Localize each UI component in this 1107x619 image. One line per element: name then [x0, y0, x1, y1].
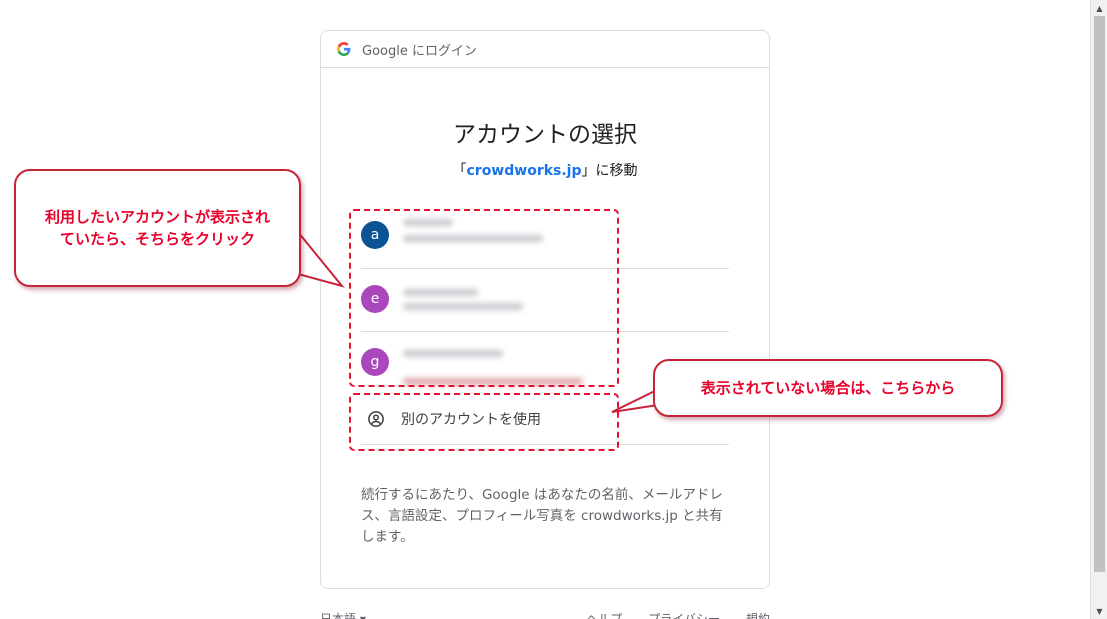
use-other-highlight-box	[349, 393, 619, 451]
footer-link-privacy[interactable]: プライバシー	[648, 610, 720, 619]
vertical-scrollbar[interactable]: ▲ ▼	[1090, 0, 1107, 619]
accounts-highlight-box	[349, 209, 619, 387]
scroll-down-arrow-icon[interactable]: ▼	[1091, 603, 1107, 619]
left-callout-bubble: 利用したいアカウントが表示されていたら、そちらをクリック	[14, 169, 301, 287]
header-text: Google にログイン	[362, 43, 477, 59]
privacy-notice: 続行するにあたり、Google はあなたの名前、メールアドレス、言語設定、プロフ…	[361, 487, 723, 545]
footer-link-terms[interactable]: 規約	[746, 610, 770, 619]
subtitle-suffix: 」に移動	[581, 163, 638, 179]
app-link[interactable]: crowdworks.jp	[466, 163, 581, 179]
language-selector[interactable]: 日本語 ▾	[320, 610, 366, 619]
subtitle-prefix: 「	[452, 163, 467, 179]
footer: 日本語 ▾ ヘルプ プライバシー 規約	[320, 608, 770, 619]
right-callout-bubble: 表示されていない場合は、こちらから	[653, 359, 1003, 417]
google-logo-icon	[337, 42, 351, 56]
continue-to-text: 「crowdworks.jp」に移動	[321, 160, 769, 180]
left-callout-text: 利用したいアカウントが表示されていたら、そちらをクリック	[44, 208, 270, 248]
footer-links: ヘルプ プライバシー 規約	[586, 610, 770, 619]
scroll-up-arrow-icon[interactable]: ▲	[1091, 0, 1107, 16]
card-header: Google にログイン	[321, 31, 769, 68]
right-callout-text: 表示されていない場合は、こちらから	[700, 379, 956, 397]
page-title: アカウントの選択	[453, 122, 637, 148]
scrollbar-thumb[interactable]	[1094, 16, 1105, 572]
footer-link-help[interactable]: ヘルプ	[586, 610, 622, 619]
